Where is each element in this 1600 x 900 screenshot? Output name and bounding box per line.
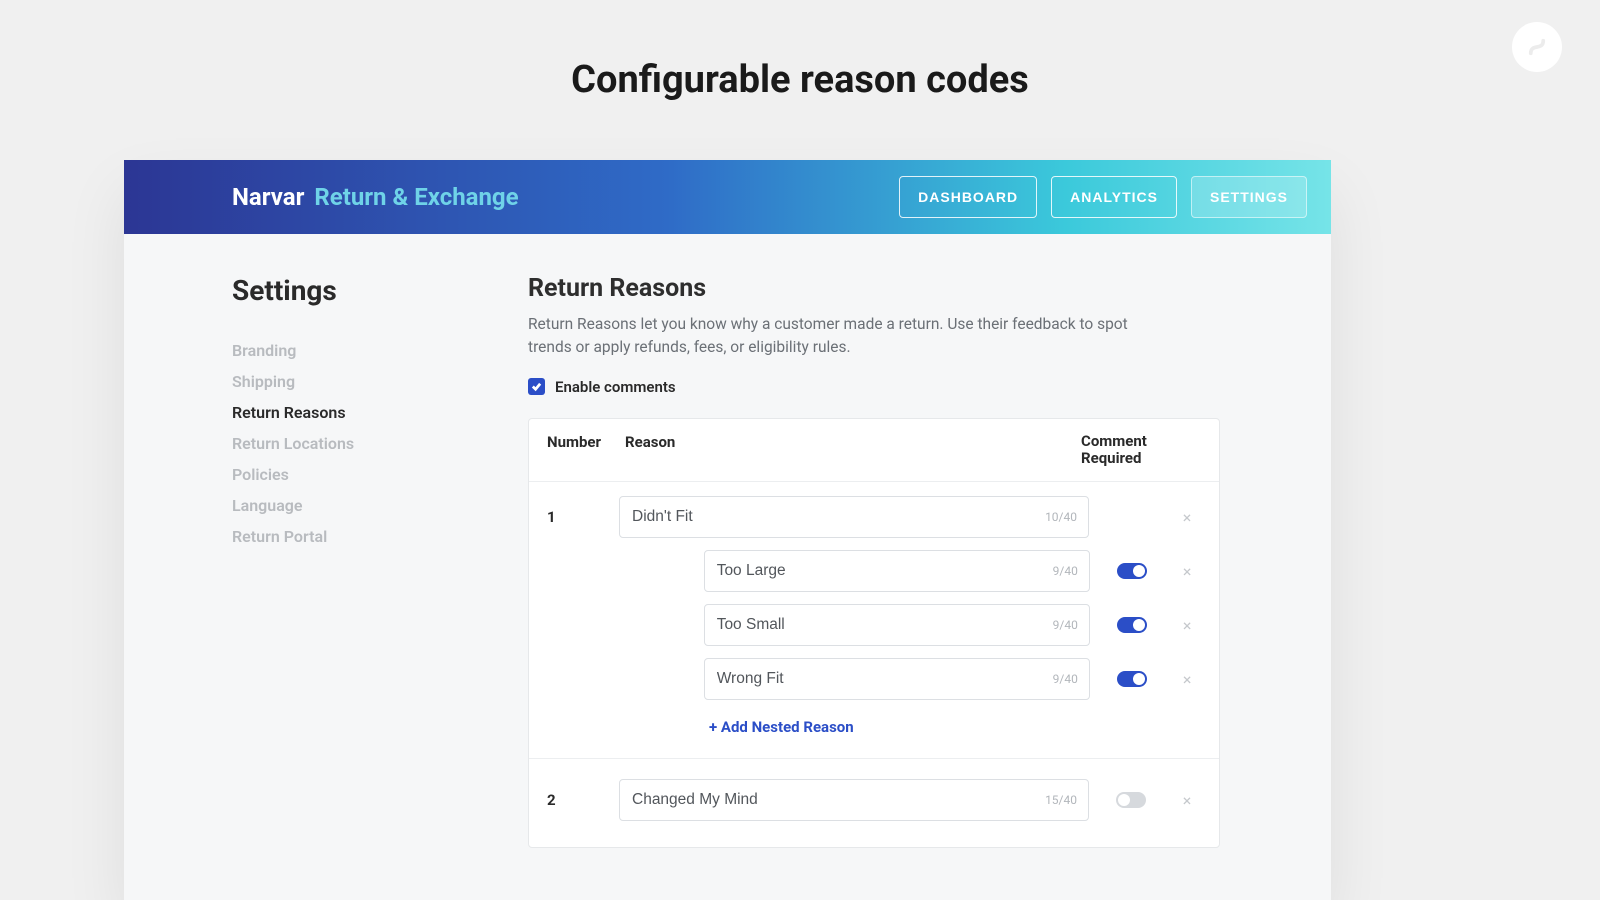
divider: [529, 758, 1219, 759]
nested-reason-row: 9/40 ×: [547, 544, 1201, 598]
nested-reason-input[interactable]: [704, 550, 1090, 592]
delete-nested-button[interactable]: ×: [1173, 562, 1201, 581]
delete-reason-button[interactable]: ×: [1173, 508, 1201, 527]
delete-nested-button[interactable]: ×: [1173, 616, 1201, 635]
reason-number: 1: [547, 508, 607, 526]
comment-required-toggle[interactable]: [1117, 563, 1147, 579]
sidebar-title: Settings: [232, 274, 528, 307]
col-reason: Reason: [625, 433, 1081, 468]
page-title: Configurable reason codes: [0, 0, 1600, 102]
comment-required-toggle[interactable]: [1117, 671, 1147, 687]
narvar-logo-icon: [1512, 22, 1562, 72]
sidebar-item-branding[interactable]: Branding: [232, 335, 528, 366]
enable-comments-checkbox[interactable]: [528, 378, 545, 395]
reason-row: 1 10/40 ×: [547, 490, 1201, 544]
enable-comments-label: Enable comments: [555, 378, 676, 396]
table-header: Number Reason Comment Required: [529, 419, 1219, 483]
reason-row: 2 15/40 ×: [547, 773, 1201, 827]
nested-reason-row: 9/40 ×: [547, 652, 1201, 706]
char-count: 15/40: [1045, 793, 1077, 807]
comment-required-toggle[interactable]: [1116, 792, 1146, 808]
app-window: Narvar Return & Exchange DASHBOARD ANALY…: [124, 160, 1331, 900]
sidebar-item-return-portal[interactable]: Return Portal: [232, 521, 528, 552]
section-description: Return Reasons let you know why a custom…: [528, 313, 1168, 360]
reason-input[interactable]: [619, 779, 1089, 821]
reason-input[interactable]: [619, 496, 1089, 538]
nested-reason-row: 9/40 ×: [547, 598, 1201, 652]
col-number: Number: [547, 433, 625, 468]
char-count: 10/40: [1045, 510, 1077, 524]
nav-analytics[interactable]: ANALYTICS: [1051, 176, 1177, 218]
nav-buttons: DASHBOARD ANALYTICS SETTINGS: [899, 176, 1307, 218]
section-title: Return Reasons: [528, 274, 1307, 303]
reason-group-1: 1 10/40 ×: [529, 490, 1219, 744]
char-count: 9/40: [1053, 564, 1078, 578]
main-content: Return Reasons Return Reasons let you kn…: [528, 274, 1331, 848]
reason-number: 2: [547, 791, 607, 809]
char-count: 9/40: [1053, 672, 1078, 686]
reason-group-2: 2 15/40 ×: [529, 773, 1219, 827]
sidebar-item-policies[interactable]: Policies: [232, 459, 528, 490]
check-icon: [531, 381, 542, 392]
brand-product: Return & Exchange: [314, 183, 518, 211]
col-comment-required: Comment Required: [1081, 433, 1171, 468]
brand-name: Narvar: [232, 183, 304, 211]
comment-required-toggle[interactable]: [1117, 617, 1147, 633]
nav-settings[interactable]: SETTINGS: [1191, 176, 1307, 218]
brand: Narvar Return & Exchange: [232, 183, 519, 211]
app-header: Narvar Return & Exchange DASHBOARD ANALY…: [124, 160, 1331, 234]
sidebar-item-return-reasons[interactable]: Return Reasons: [232, 397, 528, 428]
delete-nested-button[interactable]: ×: [1173, 670, 1201, 689]
nested-reason-input[interactable]: [704, 604, 1090, 646]
add-nested-reason-button[interactable]: + Add Nested Reason: [547, 706, 1201, 744]
enable-comments-row: Enable comments: [528, 378, 1307, 396]
nav-dashboard[interactable]: DASHBOARD: [899, 176, 1037, 218]
nested-reason-input[interactable]: [704, 658, 1090, 700]
settings-sidebar: Settings Branding Shipping Return Reason…: [232, 274, 528, 848]
char-count: 9/40: [1053, 618, 1078, 632]
reasons-table: Number Reason Comment Required 1 10/40: [528, 418, 1220, 849]
sidebar-item-language[interactable]: Language: [232, 490, 528, 521]
delete-reason-button[interactable]: ×: [1173, 791, 1201, 810]
sidebar-item-shipping[interactable]: Shipping: [232, 366, 528, 397]
sidebar-item-return-locations[interactable]: Return Locations: [232, 428, 528, 459]
